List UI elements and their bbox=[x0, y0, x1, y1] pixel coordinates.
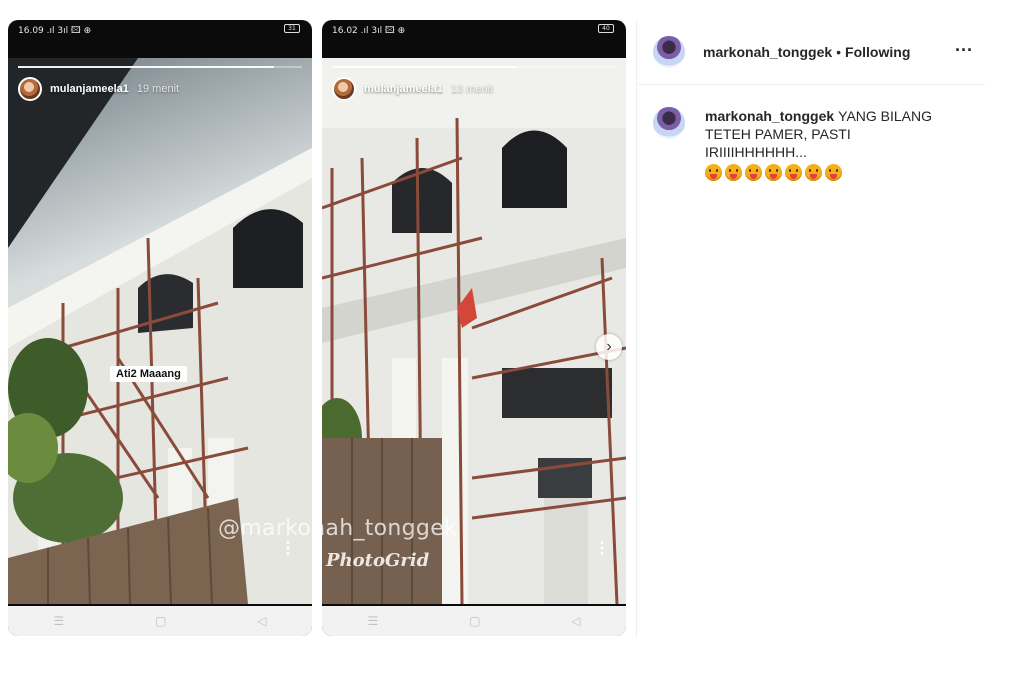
story-username[interactable]: mulanjameela1 bbox=[364, 83, 443, 95]
android-nav-bar: ☰ ▢ ◁ bbox=[8, 606, 312, 636]
status-bar: 16.09 .ıl 3ıl 🖾 ⊕ 31 bbox=[8, 20, 312, 40]
story-username[interactable]: mulanjameela1 bbox=[50, 83, 129, 95]
avatar[interactable] bbox=[18, 77, 42, 101]
comment-body: markonah_tonggek YANG BILANG TETEH PAMER,… bbox=[705, 107, 955, 181]
avatar[interactable] bbox=[332, 77, 356, 101]
avatar[interactable] bbox=[653, 107, 685, 139]
story-progress-bar bbox=[332, 66, 616, 68]
separator-dot: • bbox=[836, 44, 842, 60]
tongue-emoji-icon bbox=[785, 164, 802, 181]
story-screenshot-right: 16.02 .ıl 3ıl 🖾 ⊕ 40 mulanjameela1 13 me… bbox=[322, 20, 626, 636]
avatar[interactable] bbox=[653, 36, 685, 68]
tongue-emoji-icon bbox=[705, 164, 722, 181]
story-screenshot-left: 16.09 .ıl 3ıl 🖾 ⊕ 31 mulanjameela1 19 me… bbox=[8, 20, 312, 636]
story-header: mulanjameela1 13 menit bbox=[332, 76, 493, 102]
back-icon[interactable]: ◁ bbox=[257, 614, 266, 628]
comment-username[interactable]: markonah_tonggek bbox=[705, 108, 834, 124]
tongue-emoji-icon bbox=[825, 164, 842, 181]
story-header: mulanjameela1 19 menit bbox=[18, 76, 179, 102]
status-text: 16.09 .ıl 3ıl 🖾 ⊕ bbox=[18, 26, 92, 36]
status-text: 16.02 .ıl 3ıl 🖾 ⊕ bbox=[332, 26, 406, 36]
story-sticker: Ati2 Maaang bbox=[110, 366, 187, 382]
watermark-text: @markonah_tonggek bbox=[218, 516, 458, 541]
caption-comment: markonah_tonggek YANG BILANG TETEH PAMER,… bbox=[637, 85, 985, 181]
photogrid-logo: PhotoGrid bbox=[326, 550, 430, 571]
post-media: 16.09 .ıl 3ıl 🖾 ⊕ 31 mulanjameela1 19 me… bbox=[0, 20, 634, 638]
tongue-emoji-icon bbox=[765, 164, 782, 181]
battery-icon: 40 bbox=[598, 24, 614, 33]
tongue-emoji-icon bbox=[805, 164, 822, 181]
post-username[interactable]: markonah_tonggek bbox=[703, 44, 832, 60]
status-bar: 16.02 .ıl 3ıl 🖾 ⊕ 40 bbox=[322, 20, 626, 40]
android-nav-bar: ☰ ▢ ◁ bbox=[322, 606, 626, 636]
post-header: markonah_tonggek • Following ··· bbox=[637, 20, 985, 85]
menu-icon[interactable]: ☰ bbox=[53, 614, 64, 628]
story-progress-bar bbox=[18, 66, 302, 68]
home-icon[interactable]: ▢ bbox=[469, 614, 480, 628]
more-options-icon[interactable]: ··· bbox=[955, 40, 973, 61]
more-options-icon[interactable]: ⋮ bbox=[594, 538, 610, 558]
chevron-right-icon[interactable]: › bbox=[596, 334, 622, 360]
following-button[interactable]: Following bbox=[845, 44, 910, 60]
story-timestamp: 13 menit bbox=[450, 83, 494, 95]
story-timestamp: 19 menit bbox=[136, 83, 180, 95]
battery-icon: 31 bbox=[284, 24, 300, 33]
emoji-row bbox=[705, 164, 955, 181]
menu-icon[interactable]: ☰ bbox=[367, 614, 378, 628]
home-icon[interactable]: ▢ bbox=[155, 614, 166, 628]
more-options-icon[interactable]: ⋮ bbox=[280, 538, 296, 558]
back-icon[interactable]: ◁ bbox=[571, 614, 580, 628]
tongue-emoji-icon bbox=[725, 164, 742, 181]
tongue-emoji-icon bbox=[745, 164, 762, 181]
post-sidebar: markonah_tonggek • Following ··· markona… bbox=[636, 20, 985, 638]
